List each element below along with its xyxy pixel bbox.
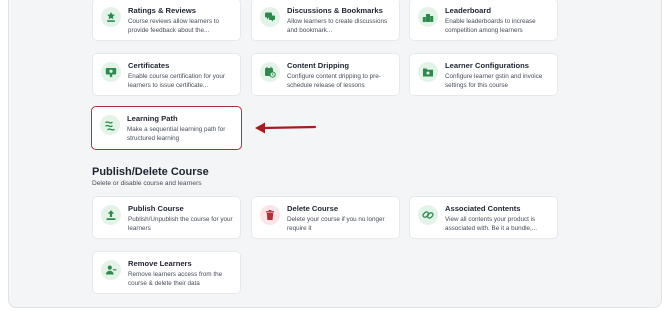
- discussions-bookmarks-card[interactable]: Discussions & Bookmarks Allow learners t…: [251, 0, 400, 41]
- star-hand-icon: [101, 7, 121, 27]
- card-description: Publish/Unpublish the course for your le…: [128, 216, 233, 233]
- card-title: Ratings & Reviews: [128, 6, 196, 15]
- content-dripping-card[interactable]: Content Dripping Configure content dripp…: [251, 53, 400, 96]
- certificate-icon: [101, 62, 121, 82]
- card-description: Delete your course if you no longer requ…: [287, 216, 385, 233]
- pointer-arrow: [255, 122, 317, 134]
- link-icon: [418, 205, 438, 225]
- calendar-clock-icon: [260, 62, 280, 82]
- card-description: View all contents your product is associ…: [445, 216, 538, 233]
- card-description: Configure learner gstin and invoice sett…: [445, 73, 543, 90]
- card-title: Learning Path: [127, 114, 178, 123]
- card-description: Enable leaderboards to increase competit…: [445, 18, 536, 35]
- upload-icon: [101, 205, 121, 225]
- delete-course-card[interactable]: Delete Course Delete your course if you …: [251, 196, 400, 239]
- folder-gear-icon: [418, 62, 438, 82]
- card-description: Course reviews allow learners to provide…: [128, 18, 219, 35]
- associated-contents-card[interactable]: Associated Contents View all contents yo…: [409, 196, 558, 239]
- remove-learners-card[interactable]: Remove Learners Remove learners access f…: [92, 251, 241, 294]
- trash-icon: [260, 205, 280, 225]
- section-title: Publish/Delete Course: [92, 166, 209, 178]
- card-description: Enable course certification for your lea…: [128, 73, 225, 90]
- chat-bubble-icon: [260, 7, 280, 27]
- card-title: Certificates: [128, 61, 170, 70]
- card-description: Allow learners to create discussions and…: [287, 18, 388, 35]
- card-title: Publish Course: [128, 204, 184, 213]
- ratings-reviews-card[interactable]: Ratings & Reviews Course reviews allow l…: [92, 0, 241, 41]
- card-description: Remove learners access from the course &…: [128, 271, 223, 288]
- leaderboard-card[interactable]: Leaderboard Enable leaderboards to incre…: [409, 0, 558, 41]
- card-description: Configure content dripping to pre-schedu…: [287, 73, 381, 90]
- section-subtitle: Delete or disable course and learners: [92, 180, 202, 187]
- card-title: Associated Contents: [445, 204, 521, 213]
- podium-icon: [418, 7, 438, 27]
- path-icon: [100, 115, 120, 135]
- card-title: Delete Course: [287, 204, 339, 213]
- card-title: Discussions & Bookmarks: [287, 6, 383, 15]
- card-title: Learner Configurations: [445, 61, 529, 70]
- certificates-card[interactable]: Certificates Enable course certification…: [92, 53, 241, 96]
- card-title: Remove Learners: [128, 259, 192, 268]
- card-title: Leaderboard: [445, 6, 491, 15]
- learning-path-card[interactable]: Learning Path Make a sequential learning…: [91, 106, 242, 150]
- remove-user-icon: [101, 260, 121, 280]
- card-title: Content Dripping: [287, 61, 350, 70]
- learner-configurations-card[interactable]: Learner Configurations Configure learner…: [409, 53, 558, 96]
- card-description: Make a sequential learning path for stru…: [127, 126, 226, 143]
- publish-course-card[interactable]: Publish Course Publish/Unpublish the cou…: [92, 196, 241, 239]
